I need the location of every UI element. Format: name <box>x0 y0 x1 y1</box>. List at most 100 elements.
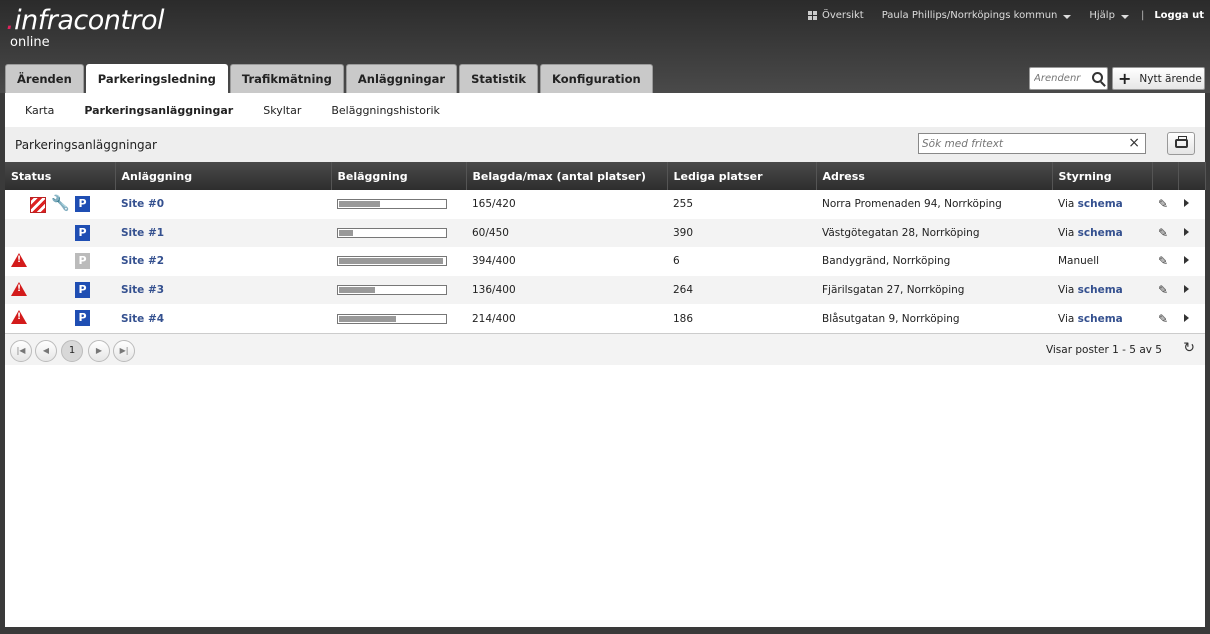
occupied-cell: 165/420 <box>472 198 516 211</box>
occupancy-fill <box>339 229 353 236</box>
freetext-search: × <box>918 133 1146 154</box>
next-page-button[interactable]: ▶ <box>88 339 110 362</box>
edit-cell: ✎ <box>1152 275 1178 305</box>
status-cell: 🔧 P <box>5 190 115 219</box>
subnav-item-1[interactable]: Parkeringsanläggningar <box>84 104 233 117</box>
panel-header: Parkeringsanläggningar × <box>5 127 1205 162</box>
records-info: Visar poster 1 - 5 av 5 <box>1045 343 1162 356</box>
table-row[interactable]: 🔧 P Site #0 165/420 255 Norra Promenaden 94, … <box>5 190 1205 219</box>
site-cell: Site #2 <box>115 247 331 276</box>
schema-link[interactable]: schema <box>1078 313 1123 325</box>
overview-label: Översikt <box>821 10 864 21</box>
tab-3[interactable]: Anläggningar <box>345 64 458 93</box>
table-row[interactable]: P Site #3 136/400264Fjärilsgatan 27, Norrk… <box>5 275 1205 305</box>
parking-icon: P <box>75 253 90 270</box>
site-link[interactable]: Site #3 <box>121 284 164 296</box>
occupancy-bar <box>337 285 447 296</box>
sub-nav: Karta Parkeringsanläggningar Skyltar Belägg… <box>5 93 1205 127</box>
overview-link[interactable]: Översikt <box>807 10 864 21</box>
close-icon[interactable]: × <box>1128 135 1140 151</box>
table-row[interactable]: P Site #1 60/450 390 Västgötegatan 28, Norrk… <box>5 218 1205 248</box>
logo-subtitle: online <box>10 35 50 50</box>
user-menu[interactable]: Paula Phillips/Norrköpings kommun <box>882 10 1072 21</box>
column-header[interactable]: Anläggning <box>115 162 332 190</box>
status-cell: P <box>5 247 115 276</box>
site-cell: Site #3 <box>115 275 331 305</box>
control-cell: Via schema <box>1052 218 1152 248</box>
occupancy-bar <box>337 256 447 267</box>
chevron-right-icon[interactable] <box>1184 285 1189 294</box>
free-cell: 390 <box>667 218 816 248</box>
column-header[interactable] <box>1178 162 1206 190</box>
pencil-icon[interactable]: ✎ <box>1158 312 1168 326</box>
logo[interactable]: .infracontrol online <box>6 6 165 50</box>
wrench-icon: 🔧 <box>51 194 70 212</box>
new-case-button[interactable]: + Nytt ärende <box>1112 67 1205 90</box>
occupancy-cell <box>331 304 466 333</box>
subnav-item-3[interactable]: Beläggningshistorik <box>331 104 440 117</box>
site-link[interactable]: Site #0 <box>121 198 164 210</box>
chevron-right-icon[interactable] <box>1184 227 1189 236</box>
parking-icon: P <box>75 310 90 327</box>
table-row[interactable]: P Site #2 394/400 6 Bandygränd, Norrköping Ma… <box>5 247 1205 276</box>
tab-2[interactable]: Trafikmätning <box>229 64 344 93</box>
logout-link[interactable]: Logga ut <box>1154 10 1204 21</box>
facilities-table: Status Anläggning Beläggning Belagda/max (a… <box>5 162 1206 333</box>
column-header[interactable] <box>1152 162 1179 190</box>
search-icon[interactable] <box>1092 72 1103 83</box>
column-header[interactable]: Adress <box>816 162 1053 190</box>
last-page-button[interactable]: ▶| <box>113 339 135 362</box>
control-cell: Manuell <box>1052 247 1152 276</box>
refresh-icon[interactable]: ↻ <box>1183 340 1195 356</box>
case-number-input[interactable] <box>1030 68 1088 89</box>
schema-link[interactable]: schema <box>1078 284 1123 296</box>
print-button[interactable] <box>1167 132 1195 155</box>
case-search <box>1029 67 1108 90</box>
free-cell: 264 <box>667 275 816 305</box>
pencil-icon[interactable]: ✎ <box>1158 226 1168 240</box>
warning-icon <box>11 281 27 296</box>
chevron-right-icon[interactable] <box>1184 313 1189 322</box>
chevron-right-icon[interactable] <box>1184 199 1189 208</box>
occupancy-fill <box>339 287 376 294</box>
search-input[interactable] <box>919 134 1119 153</box>
occupancy-cell <box>331 247 466 276</box>
pencil-icon[interactable]: ✎ <box>1158 283 1168 297</box>
pencil-icon[interactable]: ✎ <box>1158 254 1168 268</box>
column-header[interactable]: Beläggning <box>331 162 467 190</box>
column-header[interactable]: Styrning <box>1052 162 1153 190</box>
new-case-label: Nytt ärende <box>1139 72 1202 85</box>
tab-4[interactable]: Statistik <box>459 64 539 93</box>
table-row[interactable]: P Site #4 214/400 186 Blåsutgatan 9, Norrköp… <box>5 304 1205 333</box>
tab-5[interactable]: Konfiguration <box>540 64 653 93</box>
occupied-cell: 394/400 <box>472 255 516 268</box>
column-header[interactable]: Belagda/max (antal platser) <box>466 162 668 190</box>
pencil-icon[interactable]: ✎ <box>1158 197 1168 211</box>
expand-cell <box>1178 218 1205 248</box>
tab-1[interactable]: Parkeringsledning <box>85 64 228 93</box>
schema-link[interactable]: schema <box>1078 198 1123 210</box>
occupied-cell: 136/400 <box>466 275 667 305</box>
expand-cell <box>1178 275 1205 305</box>
pagination: |◀ ◀ 1 ▶ ▶| Visar poster 1 - 5 av 5 ↻ <box>5 332 1205 365</box>
edit-cell: ✎ <box>1152 218 1178 248</box>
help-menu[interactable]: Hjälp <box>1089 10 1129 21</box>
page-button[interactable]: 1 <box>61 339 83 362</box>
status-cell: P <box>5 275 115 305</box>
site-link[interactable]: Site #4 <box>121 313 164 325</box>
previous-page-button[interactable]: ◀ <box>35 339 57 362</box>
column-header[interactable]: Status <box>5 162 116 190</box>
subnav-item-0[interactable]: Karta <box>25 104 54 117</box>
first-page-button[interactable]: |◀ <box>10 339 32 362</box>
out-of-service-icon <box>30 197 46 213</box>
schema-link[interactable]: schema <box>1078 227 1123 239</box>
subnav-item-2[interactable]: Skyltar <box>263 104 301 117</box>
chevron-right-icon[interactable] <box>1184 256 1189 265</box>
tab-0[interactable]: Ärenden <box>5 64 84 93</box>
edit-cell: ✎ <box>1152 304 1178 333</box>
column-header[interactable]: Lediga platser <box>667 162 817 190</box>
site-link[interactable]: Site #2 <box>121 255 164 267</box>
site-link[interactable]: Site #1 <box>121 227 164 239</box>
expand-cell <box>1178 190 1205 219</box>
chevron-down-icon <box>1063 14 1072 19</box>
